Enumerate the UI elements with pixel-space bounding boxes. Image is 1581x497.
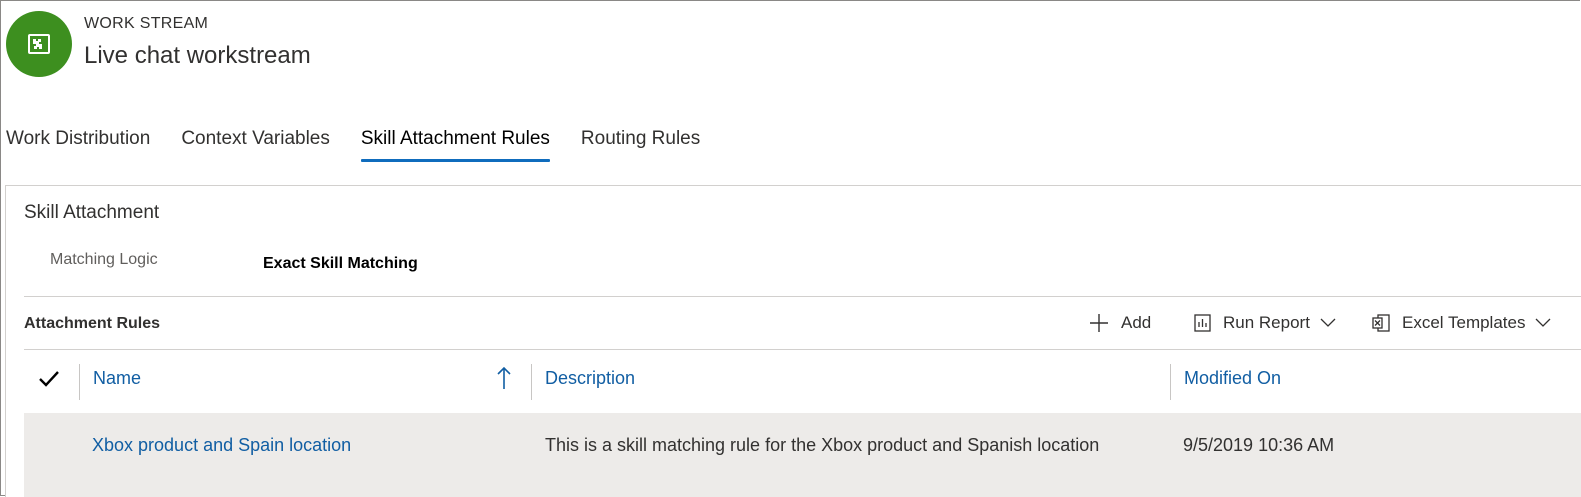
- row-name-link[interactable]: Xbox product and Spain location: [92, 435, 351, 456]
- section-title: Skill Attachment: [24, 202, 160, 223]
- grid-header: Name Description Modified On: [24, 350, 1581, 412]
- add-label: Add: [1121, 313, 1152, 332]
- section-divider: [24, 296, 1581, 297]
- column-separator[interactable]: [531, 364, 532, 400]
- tab-skill-attachment-rules[interactable]: Skill Attachment Rules: [360, 128, 550, 162]
- chevron-down-icon: [1320, 318, 1336, 328]
- matching-logic-value[interactable]: Exact Skill Matching: [263, 255, 418, 273]
- report-icon: [1194, 314, 1211, 332]
- excel-templates-label: Excel Templates: [1402, 313, 1526, 332]
- table-row[interactable]: Xbox product and Spain location This is …: [24, 413, 1581, 497]
- run-report-label: Run Report: [1223, 313, 1310, 332]
- tab-routing-rules[interactable]: Routing Rules: [581, 128, 700, 162]
- row-description: This is a skill matching rule for the Xb…: [545, 435, 1100, 455]
- column-separator[interactable]: [79, 364, 80, 400]
- add-button[interactable]: Add: [1089, 313, 1151, 333]
- plus-icon: [1089, 313, 1109, 333]
- tab-bar: Work Distribution Context Variables Skil…: [6, 128, 731, 162]
- row-modified-on: 9/5/2019 10:36 AM: [1183, 435, 1335, 455]
- excel-templates-button[interactable]: Excel Templates: [1372, 313, 1551, 333]
- column-separator[interactable]: [1170, 364, 1171, 400]
- tab-work-distribution[interactable]: Work Distribution: [6, 128, 150, 162]
- sort-ascending-icon[interactable]: [496, 366, 512, 395]
- page-title: Live chat workstream: [84, 42, 311, 69]
- workstream-glyph-icon: [28, 34, 50, 54]
- workstream-icon: [6, 11, 72, 77]
- matching-logic-label: Matching Logic: [50, 251, 158, 268]
- excel-icon: [1372, 314, 1390, 332]
- chevron-down-icon: [1535, 318, 1551, 328]
- column-header-modified-on[interactable]: Modified On: [1184, 368, 1281, 389]
- skill-attachment-card: Skill Attachment Matching Logic Exact Sk…: [5, 185, 1581, 497]
- select-all-checkmark-icon[interactable]: [38, 368, 60, 392]
- column-header-name[interactable]: Name: [93, 368, 141, 389]
- tab-context-variables[interactable]: Context Variables: [181, 128, 330, 162]
- run-report-button[interactable]: Run Report: [1194, 313, 1336, 333]
- subgrid-title: Attachment Rules: [24, 315, 161, 332]
- entity-type-label: WORK STREAM: [84, 15, 209, 32]
- column-header-description[interactable]: Description: [545, 368, 635, 389]
